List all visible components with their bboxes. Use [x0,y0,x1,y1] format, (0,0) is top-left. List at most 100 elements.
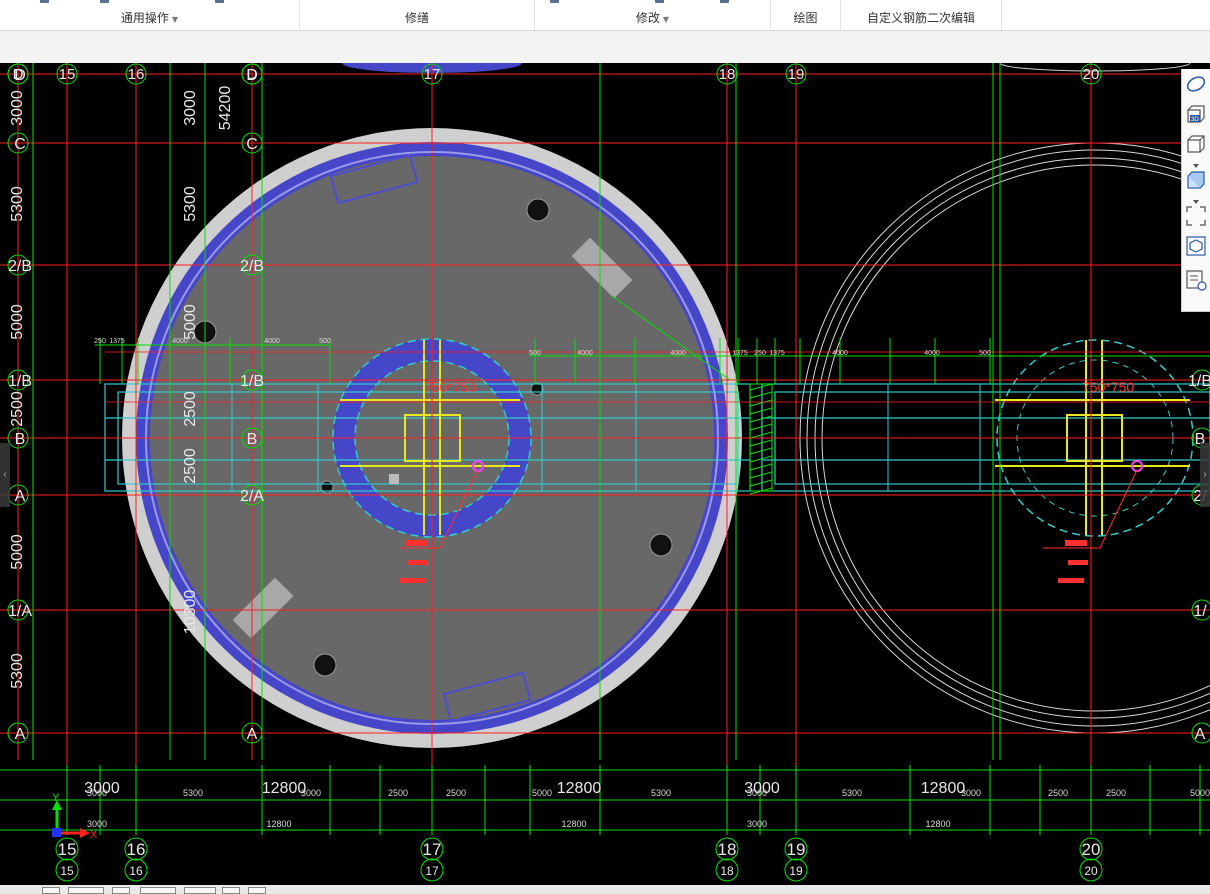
svg-text:B: B [247,431,258,448]
svg-text:1/B: 1/B [1188,373,1210,390]
display-settings-icon[interactable] [1185,235,1207,257]
dim-text-beam: 4000 [670,350,686,357]
column-size-label-right: 750*750 [1082,379,1134,395]
svg-text:20: 20 [1082,840,1101,859]
right-scroll-arrow[interactable]: › [1200,443,1210,507]
orbit-icon[interactable] [1185,73,1207,95]
dim-text-beam: 4000 [172,338,188,345]
svg-text:A: A [1195,726,1206,743]
dim-text-bottom-small: 3000 [961,788,981,798]
dim-text-beam: 250 [94,338,106,345]
axis-row-label-right: 1/B [1188,369,1210,391]
dim-text-bottom-row2: 12800 [266,819,291,829]
dim-text-bottom-small: 2500 [388,788,408,798]
svg-text:A: A [15,488,26,505]
svg-text:19: 19 [789,864,803,878]
ribbon-group-repair[interactable]: 修缮 [300,0,535,30]
svg-text:1/B: 1/B [8,373,32,390]
dim-text-bottom-small: 2500 [1106,788,1126,798]
svg-text:D: D [14,67,26,84]
svg-text:19: 19 [787,840,806,859]
axis-bubble-top: 20 [1080,63,1102,85]
dim-text-bottom-small: 5300 [842,788,862,798]
solid-view-icon[interactable] [1185,169,1207,191]
status-bar [0,885,1210,894]
dim-text-left: 5300 [9,653,26,689]
svg-text:17: 17 [423,840,442,859]
ribbon-group-custom-rebar[interactable]: 自定义钢筋二次编辑 [841,0,1002,30]
dim-text-inner: 10300 [182,590,199,635]
svg-text:20: 20 [1084,864,1098,878]
dim-text-beam: 1375 [732,350,748,357]
dim-text-beam: 4000 [577,350,593,357]
dim-text-beam: 500 [979,350,991,357]
chevron-down-icon[interactable] [1185,155,1207,168]
ribbon-group-general[interactable]: 通用操作 ▼ [0,0,300,30]
svg-text:1/A: 1/A [8,603,32,620]
svg-text:16: 16 [127,840,146,859]
ucs-x-label: X [90,829,98,841]
dim-text-beam: 4000 [924,350,940,357]
svg-text:15: 15 [60,864,74,878]
axis-bubble-bottom: 1818 [715,837,739,882]
svg-text:17: 17 [425,864,439,878]
svg-text:2/A: 2/A [240,488,264,505]
svg-text:A: A [15,726,26,743]
view-toolbar: 3D [1181,69,1210,312]
status-toggle[interactable] [184,887,216,894]
dim-text-inner: 5300 [182,186,199,222]
svg-text:15: 15 [58,840,77,859]
axis-bubble-top: 17 [421,63,443,85]
svg-text:19: 19 [788,66,805,83]
axis-bubble-top: 19 [785,63,807,85]
drawing-canvas[interactable]: D 15 16 D 17 18 19 20 15 15 16 16 17 17 18 18 19 19 20 20 D C… [0,63,1210,885]
dim-text-bottom: 12800 [921,780,966,797]
status-toggle[interactable] [222,887,240,894]
dim-text-bottom-row2: 3000 [747,819,767,829]
svg-text:16: 16 [129,864,143,878]
left-scroll-arrow[interactable]: ‹ [0,443,10,507]
svg-text:20: 20 [1083,66,1100,83]
view-cube-icon[interactable] [1185,133,1207,155]
ribbon-group-label: 通用操作 ▼ [120,11,179,25]
chevron-down-icon[interactable] [1185,191,1207,204]
svg-text:C: C [246,136,258,153]
sub-toolbar [0,31,1210,64]
svg-text:2/B: 2/B [8,258,32,275]
ribbon-group-draw[interactable]: 绘图 [771,0,841,30]
status-toggle[interactable] [68,887,104,894]
ribbon-group-label: 自定义钢筋二次编辑 [866,11,975,25]
ucs-icon: Y X [52,792,98,841]
small-box [389,474,399,484]
svg-text:18: 18 [718,840,737,859]
ribbon-group-label: 修缮 [404,11,429,25]
axis-row-label-inner: 2/B [240,254,264,276]
svg-text:15: 15 [59,66,76,83]
axis-row-label: 2/B [7,254,32,276]
status-toggle[interactable] [140,887,176,894]
status-toggle[interactable] [248,887,266,894]
svg-text:16: 16 [128,66,145,83]
axis-row-label: 1/B [7,369,32,391]
svg-text:A: A [247,726,258,743]
ribbon-group-label: 修改 ▼ [635,11,670,25]
dim-text-inner: 2500 [182,448,199,484]
3d-view-icon[interactable]: 3D [1185,103,1207,125]
fit-view-icon[interactable] [1185,205,1207,227]
dim-text-bottom: 12800 [557,780,602,797]
dim-text-bottom-small: 3000 [87,788,107,798]
status-toggle[interactable] [112,887,130,894]
status-toggle[interactable] [42,887,60,894]
svg-text:18: 18 [720,864,734,878]
svg-text:C: C [14,136,26,153]
dim-text-beam: 250 [754,350,766,357]
dim-text-beam: 500 [319,338,331,345]
dim-text-left: 5300 [9,186,26,222]
ucs-y-label: Y [52,792,60,804]
ribbon-group-modify[interactable]: 修改 ▼ [535,0,771,30]
dim-text-bottom-small: 2500 [1048,788,1068,798]
axis-bubble-bottom: 1515 [55,837,79,882]
ribbon-icons-modify [535,0,770,4]
cad-drawing[interactable]: D 15 16 D 17 18 19 20151516161717181819192020DC… [0,63,1210,885]
layer-list-icon[interactable] [1185,269,1207,291]
